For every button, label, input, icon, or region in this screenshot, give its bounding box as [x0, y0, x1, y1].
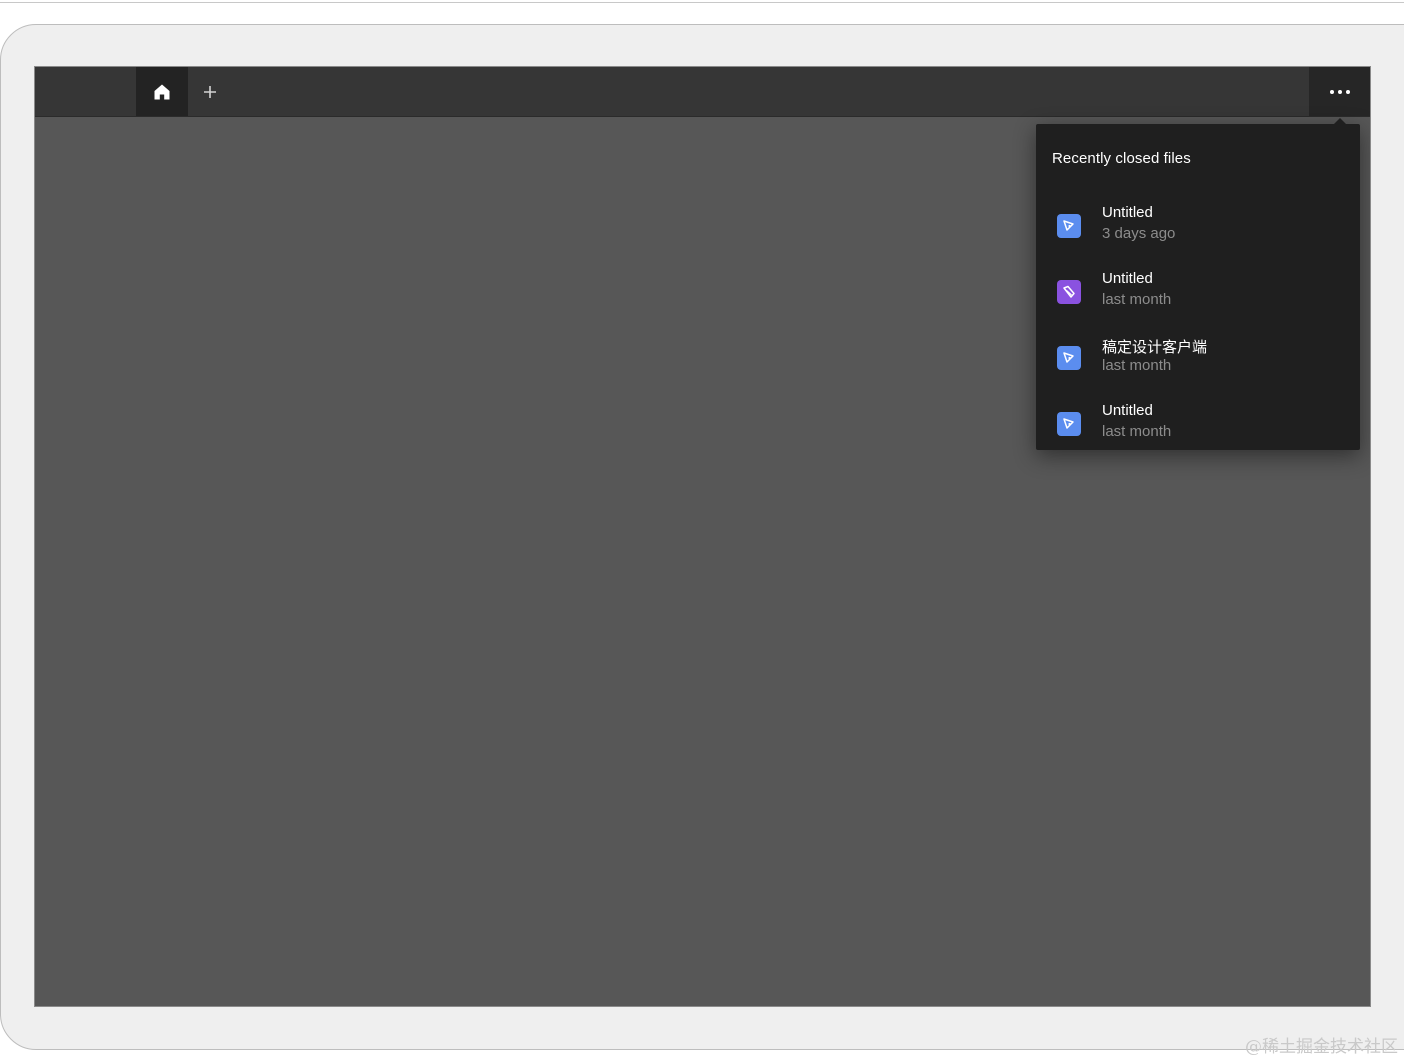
design-file-icon [1057, 214, 1081, 238]
recently-closed-menu: Recently closed files Untitled 3 days ag… [1036, 118, 1360, 450]
watermark: @稀土掘金技术社区 [1245, 1037, 1398, 1057]
top-rule [0, 2, 1404, 3]
recent-file-item[interactable]: 稿定设计客户端 last month [1036, 331, 1360, 391]
file-time: last month [1102, 357, 1172, 374]
recent-file-item[interactable]: Untitled last month [1036, 265, 1360, 325]
new-tab-button[interactable] [194, 67, 226, 116]
file-time: last month [1102, 291, 1172, 308]
menu-title: Recently closed files [1052, 150, 1191, 167]
recent-file-item[interactable]: Untitled 3 days ago [1036, 199, 1360, 259]
menu-caret [1334, 118, 1346, 124]
file-name: Untitled [1102, 402, 1153, 419]
file-name: Untitled [1102, 270, 1153, 287]
home-tab[interactable] [136, 67, 188, 116]
file-time: last month [1102, 423, 1172, 440]
file-time: 3 days ago [1102, 225, 1176, 242]
tab-bar [35, 67, 1370, 117]
app-window: Recently closed files Untitled 3 days ag… [34, 66, 1371, 1007]
design-file-icon [1057, 346, 1081, 370]
recent-file-item[interactable]: Untitled last month [1036, 397, 1360, 457]
file-name: Untitled [1102, 204, 1153, 221]
file-name: 稿定设计客户端 [1102, 339, 1208, 356]
more-options-button[interactable] [1309, 67, 1370, 116]
more-horizontal-icon [1329, 89, 1350, 94]
prototype-file-icon [1057, 280, 1081, 304]
design-file-icon [1057, 412, 1081, 436]
plus-icon [204, 85, 216, 98]
home-icon [154, 84, 170, 99]
